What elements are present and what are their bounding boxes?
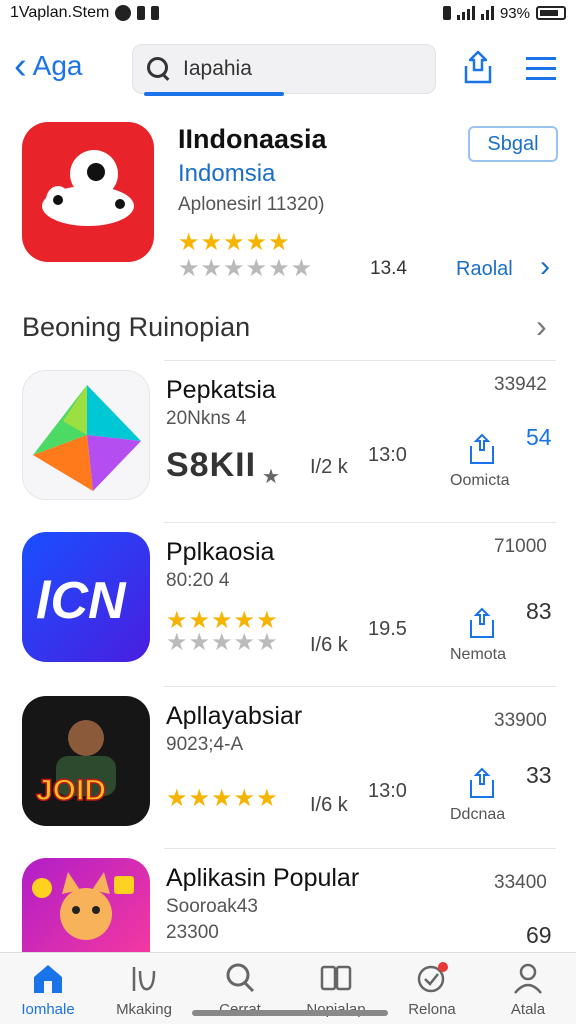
app-version: 13:0 [368, 444, 407, 466]
featured-app[interactable]: IIndonaasia Indomsia Aplonesirl 11320) ★… [0, 118, 576, 288]
app-version: 19.5 [368, 618, 407, 640]
app-title: Aplikasin Popular [166, 864, 360, 892]
app-subtitle: 20Nkns 4 [166, 408, 247, 429]
app-title: Pepkatsia [166, 376, 276, 404]
divider [164, 522, 556, 523]
nav-label: Relona [408, 1001, 456, 1018]
updates-icon [417, 962, 448, 993]
settings-dot-icon [137, 6, 146, 20]
app-price-value: S8KII [166, 446, 257, 484]
app-icon: lCN [22, 532, 150, 662]
back-label: Aga [32, 50, 83, 81]
app-download-count: 33942 [494, 374, 547, 395]
app-side-value: 69 [526, 922, 552, 948]
download-label: Nemota [450, 646, 507, 663]
battery-percent: 93% [499, 4, 530, 22]
download-icon[interactable] [468, 606, 496, 640]
search-icon [226, 963, 255, 993]
featured-rating-stars-grey: ★★★★★★ [178, 255, 314, 282]
app-side-value: 54 [526, 424, 552, 450]
nav-label: Atala [510, 1001, 546, 1018]
profile-icon [514, 963, 542, 994]
featured-details-link[interactable]: Raolal [456, 258, 513, 281]
battery-icon [536, 6, 566, 20]
app-size: I/2 k [310, 456, 348, 478]
nav-item-updates[interactable]: Relona [384, 953, 480, 1024]
featured-subtitle: Indomsia [178, 160, 276, 187]
media-icon [151, 6, 160, 20]
featured-rating-value: 13.4 [370, 258, 407, 279]
app-side-value: 83 [526, 598, 552, 624]
status-right: 93% [442, 4, 566, 22]
app-title: Pplkaosia [166, 538, 275, 566]
star-icon: ★ [262, 466, 280, 488]
divider [164, 848, 556, 849]
share-icon[interactable] [458, 48, 498, 88]
app-subtitle: 80:20 4 [166, 570, 230, 591]
nav-item-home[interactable]: Iomhale [0, 953, 96, 1024]
divider [164, 360, 556, 361]
featured-app-icon [22, 122, 154, 262]
download-label: Oomicta [450, 472, 510, 489]
app-download-count: 33900 [494, 710, 547, 731]
vibrate-icon [442, 6, 451, 20]
list-item[interactable]: Aplikasin Popular Sooroak43 23300 33400 … [0, 848, 576, 952]
app-download-count: 71000 [494, 536, 547, 557]
section-title: Beoning Ruinopian [22, 312, 251, 342]
featured-get-button[interactable]: Sbgal [468, 126, 558, 162]
search-value: Iapahia [183, 57, 252, 80]
home-icon [34, 965, 62, 993]
download-icon[interactable] [468, 766, 496, 800]
download-icon[interactable] [468, 432, 496, 466]
list-item[interactable]: JOID Apllayabsiar 9023;4-A ★★★★★ I/6 k 1… [0, 686, 576, 852]
app-download-count: 33400 [494, 872, 547, 893]
wifi-icon [480, 6, 494, 20]
app-version: 13:0 [368, 780, 407, 802]
app-icon [22, 858, 150, 952]
chevron-right-icon[interactable]: › [540, 250, 550, 284]
app-icon: JOID [22, 696, 150, 826]
home-indicator[interactable] [192, 1010, 388, 1016]
status-left: 1Vaplan.Stem [10, 4, 160, 22]
app-subtitle: Sooroak43 [166, 896, 258, 917]
header: ‹ Aga Iapahia [0, 38, 576, 100]
app-side-value: 33 [526, 762, 552, 788]
search-input[interactable]: Iapahia [132, 44, 436, 94]
list-item[interactable]: Pepkatsia 20Nkns 4 S8KII ★ I/2 k 13:0 33… [0, 360, 576, 526]
library-icon [320, 965, 352, 991]
menu-icon[interactable] [522, 48, 562, 88]
app-title: Apllayabsiar [166, 702, 303, 730]
divider [164, 686, 556, 687]
nav-label: Mkaking [116, 1001, 172, 1018]
notification-icon [115, 5, 132, 21]
status-bar: 1Vaplan.Stem 93% [0, 0, 576, 26]
svg-text:lCN: lCN [36, 572, 127, 630]
download-label: Ddcnaa [450, 806, 506, 823]
featured-title: IIndonaasia [178, 124, 327, 154]
carrier-label: 1Vaplan.Stem [10, 4, 110, 21]
back-button[interactable]: ‹ Aga [14, 45, 83, 87]
app-icon [22, 370, 150, 500]
rating-stars-grey: ★★★★★ [166, 629, 279, 656]
signal-icon [456, 6, 475, 20]
icon-wordmark: JOID [36, 774, 106, 807]
search-underline [144, 92, 284, 96]
featured-meta: Aplonesirl 11320) [178, 194, 325, 215]
app-size: I/6 k [310, 634, 348, 656]
rating-stars: ★★★★★ [166, 785, 279, 812]
search-icon [147, 57, 171, 81]
list-item[interactable]: lCN Pplkaosia 80:20 4 ★★★★★ ★★★★★ I/6 k … [0, 522, 576, 688]
section-chevron-right-icon[interactable]: › [536, 308, 547, 345]
apps-icon [132, 967, 156, 991]
nav-item-apps[interactable]: Mkaking [96, 953, 192, 1024]
app-subtitle-secondary: 23300 [166, 922, 219, 943]
nav-label: Iomhale [21, 1001, 75, 1018]
app-subtitle: 9023;4-A [166, 734, 244, 755]
nav-item-profile[interactable]: Atala [480, 953, 576, 1024]
featured-rating-stars: ★★★★★ [178, 229, 291, 256]
chevron-left-icon: ‹ [14, 45, 27, 87]
app-size: I/6 k [310, 794, 348, 816]
